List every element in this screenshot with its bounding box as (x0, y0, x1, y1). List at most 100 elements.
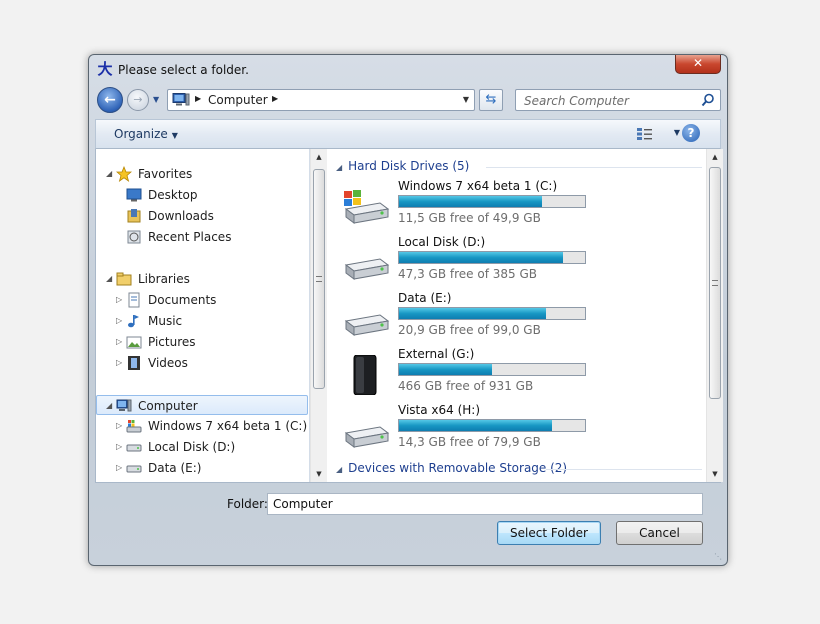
nav-libraries[interactable]: ◢ Libraries (96, 269, 308, 289)
capacity-bar (398, 363, 586, 376)
select-folder-button[interactable]: Select Folder (497, 521, 601, 545)
folder-input[interactable] (267, 493, 703, 515)
chevron-down-icon: ▼ (171, 131, 178, 140)
group-label: Devices with Removable Storage (2) (348, 461, 568, 475)
search-box[interactable] (515, 89, 721, 111)
scroll-up-icon[interactable]: ▲ (707, 149, 723, 165)
desktop-icon (126, 188, 142, 202)
group-divider (486, 167, 702, 168)
nav-favorites[interactable]: ◢ Favorites (96, 164, 308, 184)
breadcrumb-computer[interactable]: Computer (208, 93, 268, 107)
group-header-removable[interactable]: ◢ Devices with Removable Storage (2) (336, 461, 702, 477)
hard-drive-icon (126, 465, 142, 473)
nav-documents[interactable]: ▷ Documents (96, 290, 308, 310)
collapse-icon[interactable]: ◢ (106, 269, 112, 289)
expand-icon[interactable]: ▷ (116, 437, 122, 457)
expand-icon[interactable]: ▷ (116, 458, 122, 478)
nav-drive-c[interactable]: ▷ Windows 7 x64 beta 1 (C:) (96, 416, 308, 436)
address-dropdown-icon[interactable]: ▼ (463, 95, 469, 104)
expand-icon[interactable]: ▷ (116, 353, 122, 373)
scroll-thumb[interactable] (313, 169, 325, 389)
views-icon[interactable] (636, 127, 654, 141)
title-bar: 大 Please select a folder. ✕ (89, 55, 727, 85)
scroll-up-icon[interactable]: ▲ (311, 149, 327, 165)
nav-label: Favorites (138, 167, 193, 181)
forward-button[interactable]: → (127, 89, 149, 111)
nav-recent-places[interactable]: Recent Places (96, 227, 308, 247)
address-bar[interactable]: ▶ Computer ▶ ▼ (167, 89, 475, 111)
nav-computer[interactable]: ◢ Computer (96, 395, 308, 415)
navigation-bar: ← → ▼ ▶ Computer ▶ ▼ ⇆ (95, 87, 721, 115)
back-button[interactable]: ← (97, 87, 123, 113)
nav-downloads[interactable]: Downloads (96, 206, 308, 226)
capacity-bar-fill (399, 420, 552, 431)
hard-drive-icon (344, 258, 390, 280)
expand-icon[interactable]: ▷ (116, 416, 122, 436)
capacity-bar-fill (399, 308, 546, 319)
group-divider (546, 469, 702, 470)
drive-item[interactable]: External (G:) 466 GB free of 931 GB (342, 347, 702, 399)
file-list-scrollbar[interactable]: ▲ ▼ (706, 149, 723, 482)
collapse-icon[interactable]: ◢ (336, 163, 342, 172)
recent-pages-button[interactable]: ▼ (153, 95, 163, 105)
views-dropdown-icon[interactable]: ▼ (674, 128, 680, 137)
drive-free-space: 466 GB free of 931 GB (398, 379, 534, 393)
music-icon (128, 315, 139, 328)
nav-pictures[interactable]: ▷ Pictures (96, 332, 308, 352)
drive-name: Local Disk (D:) (398, 235, 486, 249)
help-button[interactable]: ? (682, 124, 700, 142)
search-input[interactable] (522, 93, 692, 109)
nav-drive-d[interactable]: ▷ Local Disk (D:) (96, 437, 308, 457)
nav-drive-e[interactable]: ▷ Data (E:) (96, 458, 308, 478)
nav-label: Computer (138, 399, 198, 413)
scroll-thumb[interactable] (709, 167, 721, 399)
scroll-down-icon[interactable]: ▼ (311, 466, 327, 482)
drive-item[interactable]: Local Disk (D:) 47,3 GB free of 385 GB (342, 235, 702, 287)
nav-desktop[interactable]: Desktop (96, 185, 308, 205)
collapse-icon[interactable]: ◢ (336, 465, 342, 474)
nav-label: Downloads (148, 209, 214, 223)
folder-row: Folder: (89, 491, 729, 517)
chevron-down-icon: ▼ (153, 95, 160, 104)
resize-grip-icon[interactable]: ⋱ (714, 552, 724, 562)
scroll-down-icon[interactable]: ▼ (707, 466, 723, 482)
expand-icon[interactable]: ▷ (116, 332, 122, 352)
external-drive-icon (353, 355, 377, 395)
drive-item[interactable]: Windows 7 x64 beta 1 (C:) 11,5 GB free o… (342, 179, 702, 231)
breadcrumb-separator-icon[interactable]: ▶ (195, 94, 201, 103)
collapse-icon[interactable]: ◢ (106, 164, 112, 184)
close-button[interactable]: ✕ (675, 55, 721, 74)
nav-music[interactable]: ▷ Music (96, 311, 308, 331)
windows-drive-icon (344, 190, 390, 224)
drive-item[interactable]: Data (E:) 20,9 GB free of 99,0 GB (342, 291, 702, 343)
breadcrumb-separator-icon[interactable]: ▶ (272, 94, 278, 103)
pictures-icon (126, 336, 142, 349)
cancel-button[interactable]: Cancel (616, 521, 703, 545)
capacity-bar (398, 251, 586, 264)
windows-drive-icon (126, 420, 142, 433)
drive-free-space: 14,3 GB free of 79,9 GB (398, 435, 541, 449)
search-icon[interactable] (701, 93, 715, 107)
arrow-right-icon: → (133, 93, 143, 106)
expand-icon[interactable]: ▷ (116, 311, 122, 331)
capacity-bar-fill (399, 196, 543, 207)
refresh-button[interactable]: ⇆ (479, 89, 503, 111)
nav-label: Windows 7 x64 beta 1 (C:) (148, 419, 308, 433)
group-header-hard-disks[interactable]: ◢ Hard Disk Drives (5) (336, 159, 702, 175)
capacity-bar-fill (399, 252, 563, 263)
drive-item[interactable]: Vista x64 (H:) 14,3 GB free of 79,9 GB (342, 403, 702, 455)
computer-icon (172, 93, 190, 106)
nav-label: Local Disk (D:) (148, 440, 236, 454)
expand-icon[interactable]: ▷ (116, 290, 122, 310)
grip-icon (316, 276, 322, 282)
organize-button[interactable]: Organize ▼ (114, 127, 178, 141)
nav-pane-scrollbar[interactable]: ▲ ▼ (310, 149, 327, 482)
computer-icon (116, 399, 132, 412)
recent-places-icon (127, 230, 141, 244)
group-label: Hard Disk Drives (5) (348, 159, 470, 173)
downloads-icon (127, 209, 141, 223)
nav-videos[interactable]: ▷ Videos (96, 353, 308, 373)
nav-label: Videos (148, 356, 188, 370)
drive-name: External (G:) (398, 347, 475, 361)
collapse-icon[interactable]: ◢ (106, 396, 112, 416)
